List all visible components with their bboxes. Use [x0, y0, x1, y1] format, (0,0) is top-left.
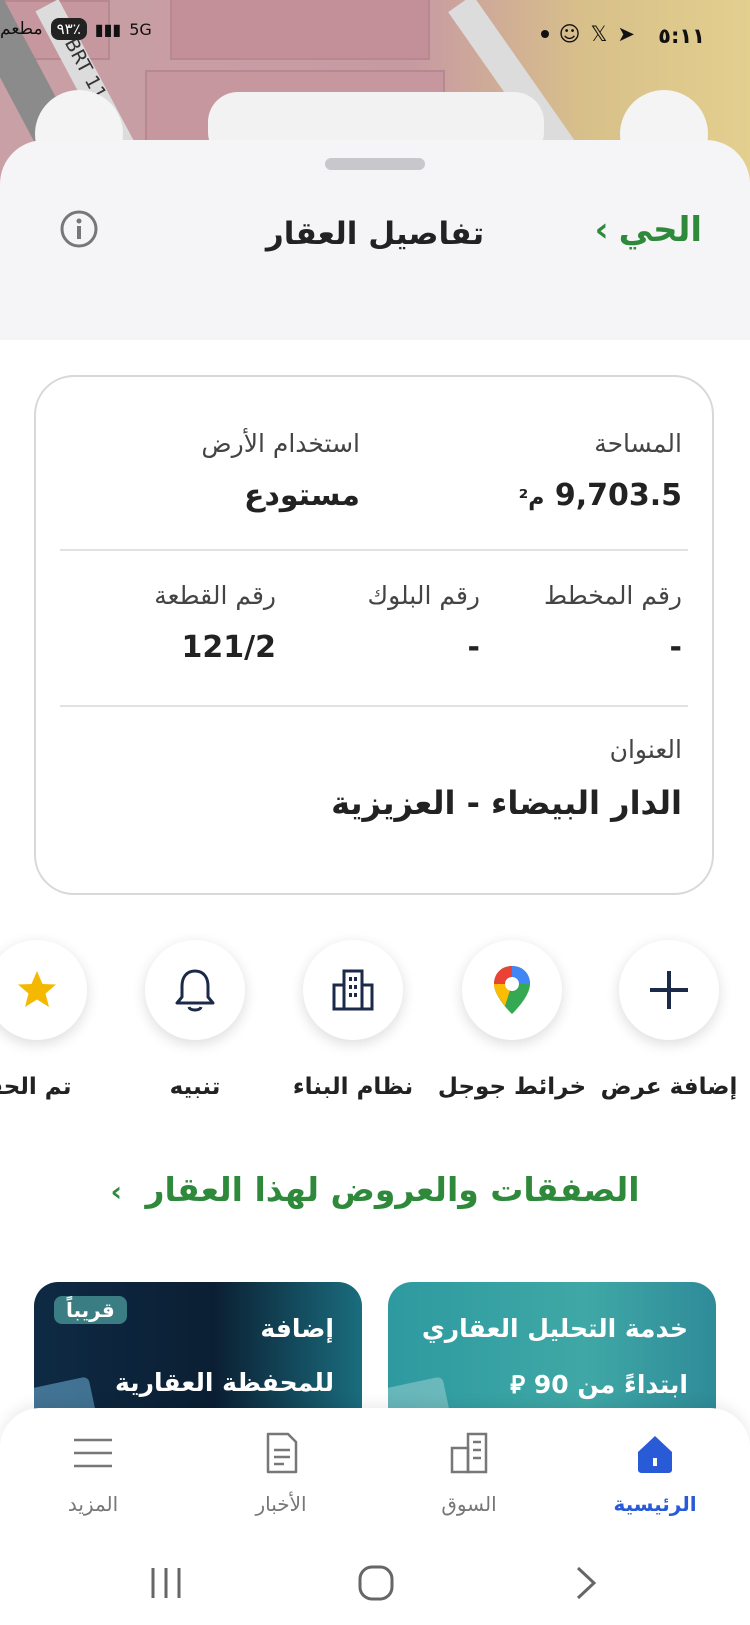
plan-cell: رقم المخطط - — [544, 581, 682, 665]
saved-circle[interactable] — [0, 940, 87, 1040]
plot-cell: رقم القطعة 121/2 — [154, 581, 276, 665]
add-offer-circle[interactable] — [619, 940, 719, 1040]
alert-label: تنبيه — [169, 1074, 221, 1100]
telegram-icon: ➤ — [617, 22, 635, 46]
divider — [60, 549, 688, 551]
block-cell: رقم البلوك - — [367, 581, 480, 665]
area-value: 9,703.5 م² — [519, 478, 682, 513]
area-number: 9,703.5 — [554, 478, 682, 513]
info-icon[interactable] — [58, 208, 100, 250]
nav-news[interactable]: الأخبار — [216, 1430, 346, 1516]
home-icon — [638, 1436, 672, 1473]
portfolio-promo-subtitle: للمحفظة العقارية — [115, 1368, 334, 1397]
coming-soon-badge: قريباً — [54, 1296, 127, 1324]
alert-circle[interactable] — [145, 940, 245, 1040]
address-cell: العنوان الدار البيضاء - العزيزية — [331, 735, 682, 822]
bottom-nav: الرئيسية السوق الأخبار المزيد — [0, 1408, 750, 1625]
back-button[interactable]: ‹ الحي — [595, 210, 702, 250]
system-nav-bar — [0, 1558, 750, 1608]
block-value: - — [467, 630, 480, 665]
back-label: الحي — [618, 210, 702, 250]
portfolio-promo-title: إضافة — [260, 1314, 334, 1343]
google-maps-circle[interactable] — [462, 940, 562, 1040]
building-icon — [332, 969, 374, 1011]
plus-icon — [650, 971, 688, 1009]
nav-more[interactable]: المزيد — [28, 1430, 158, 1516]
land-use-label: استخدام الأرض — [201, 429, 360, 458]
nav-news-label: الأخبار — [255, 1492, 307, 1516]
home-button-icon[interactable] — [357, 1564, 395, 1602]
status-bar: مطعم ٩٣٪ ▮▮▮ 5G ☺ 𝕏 ➤ ٥:١١ — [0, 0, 750, 75]
status-left-icons: مطعم ٩٣٪ ▮▮▮ 5G — [0, 18, 152, 40]
plot-value: 121/2 — [181, 630, 276, 665]
back-nav-icon[interactable] — [572, 1564, 600, 1602]
block-label: رقم البلوك — [367, 581, 480, 610]
property-sheet: تفاصيل العقار ‹ الحي المساحة 9,703.5 م² … — [0, 140, 750, 1440]
alert-button[interactable]: تنبيه — [120, 940, 270, 1100]
plan-label: رقم المخطط — [543, 581, 682, 610]
market-icon — [450, 1432, 488, 1474]
add-offer-button[interactable]: إضافة عرض — [594, 940, 744, 1100]
star-icon — [18, 971, 56, 1007]
nav-more-label: المزيد — [67, 1492, 119, 1516]
building-system-button[interactable]: نظام البناء — [278, 940, 428, 1100]
building-system-circle[interactable] — [303, 940, 403, 1040]
action-row: إضافة عرض خرائط جوجل نظام البناء تنبيه ت… — [0, 940, 750, 1120]
nav-home[interactable]: الرئيسية — [590, 1430, 720, 1516]
plan-value: - — [669, 630, 682, 665]
menu-icon — [74, 1438, 112, 1468]
analysis-promo-price: ابتداءً من 90 — [533, 1370, 688, 1399]
divider — [60, 705, 688, 707]
google-maps-button[interactable]: خرائط جوجل — [437, 940, 587, 1100]
building-system-label: نظام البناء — [292, 1074, 414, 1100]
status-time: ٥:١١ — [658, 24, 705, 48]
status-right-icons: ☺ 𝕏 ➤ — [540, 22, 635, 46]
network-label: 5G — [129, 19, 152, 39]
add-offer-label: إضافة عرض — [600, 1074, 738, 1100]
deals-link-label: الصفقات والعروض لهذا العقار — [145, 1170, 640, 1209]
address-value: الدار البيضاء - العزيزية — [331, 784, 682, 822]
battery-pill: ٩٣٪ — [50, 18, 87, 40]
news-icon — [266, 1432, 298, 1474]
area-label: المساحة — [594, 429, 682, 458]
saved-button[interactable]: تم الحفظ — [0, 940, 112, 1100]
chevron-right-icon: ‹ — [594, 210, 609, 250]
google-maps-label: خرائط جوجل — [437, 1074, 587, 1100]
page-title: تفاصيل العقار — [265, 216, 485, 252]
snapchat-icon: ☺ — [558, 22, 581, 46]
saved-label: تم الحفظ — [0, 1074, 72, 1100]
land-use-cell: استخدام الأرض مستودع — [201, 429, 360, 513]
address-label: العنوان — [609, 735, 682, 764]
analysis-promo-title: خدمة التحليل العقاري — [421, 1314, 688, 1343]
carrier-label: مطعم — [0, 19, 43, 39]
nav-market[interactable]: السوق — [404, 1430, 534, 1516]
property-details-card: المساحة 9,703.5 م² استخدام الأرض مستودع … — [34, 375, 714, 895]
sheet-header: تفاصيل العقار ‹ الحي — [0, 180, 750, 290]
land-use-value: مستودع — [243, 478, 360, 513]
chevron-left-icon: › — [110, 1175, 122, 1208]
analysis-promo-subtitle: ابتداءً من 90 ⃁ — [510, 1368, 688, 1400]
sheet-drag-handle[interactable] — [325, 158, 425, 170]
recent-apps-icon[interactable] — [148, 1566, 184, 1600]
riyal-icon: ⃁ — [510, 1370, 526, 1399]
signal-icon: ▮▮▮ — [94, 19, 122, 39]
deals-link[interactable]: الصفقات والعروض لهذا العقار › — [0, 1170, 750, 1209]
area-unit: م² — [518, 486, 545, 511]
google-maps-pin-icon — [494, 966, 530, 1014]
notification-dot-icon — [540, 30, 549, 38]
bell-icon — [175, 969, 215, 1012]
plot-label: رقم القطعة — [154, 581, 276, 610]
sheet-content: المساحة 9,703.5 م² استخدام الأرض مستودع … — [0, 340, 750, 1440]
area-cell: المساحة 9,703.5 م² — [519, 429, 682, 513]
nav-home-label: الرئيسية — [613, 1492, 697, 1516]
x-icon: 𝕏 — [590, 22, 608, 46]
nav-market-label: السوق — [441, 1492, 497, 1516]
